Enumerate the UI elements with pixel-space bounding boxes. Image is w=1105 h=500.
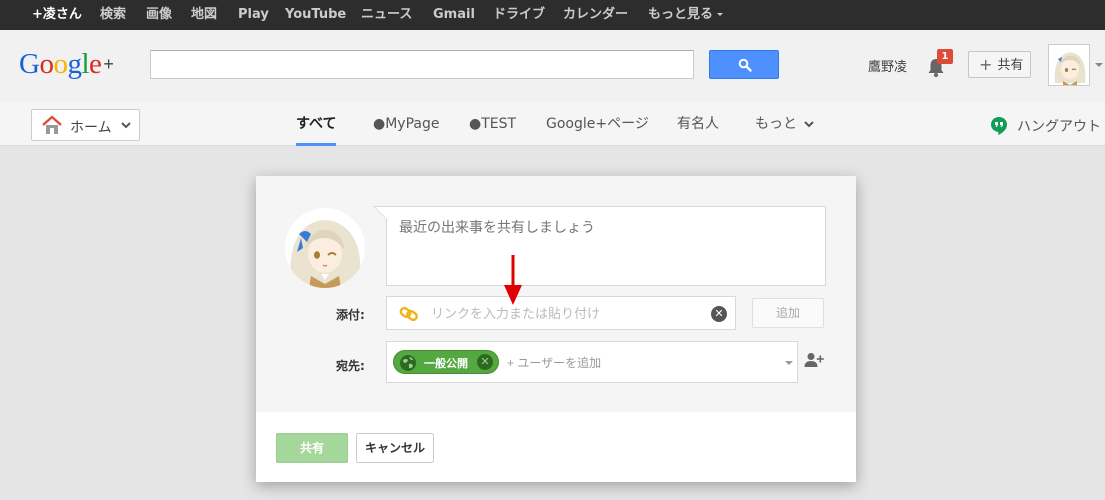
add-person-icon[interactable]	[804, 352, 824, 368]
nav-bar: ホーム すべて ●MyPage ●TEST Google+ページ 有名人 もっと	[0, 102, 1105, 146]
avatar-image	[1049, 45, 1089, 85]
logo-letter-g2: g	[67, 48, 82, 80]
public-audience-chip[interactable]: 一般公開 ✕	[393, 350, 499, 374]
top-bar: +凌さん 検索 画像 地図 Play YouTube ニュース Gmail ドラ…	[0, 0, 1105, 30]
topbar-item-news[interactable]: ニュース	[361, 0, 412, 30]
home-label: ホーム	[70, 120, 112, 136]
logo-letter-l: l	[81, 48, 90, 80]
logo-letter-g: G	[19, 48, 40, 80]
red-arrow-icon	[504, 255, 522, 305]
account-menu-caret-icon[interactable]	[1095, 63, 1103, 67]
topbar-item-maps[interactable]: 地図	[191, 0, 217, 30]
logo-plus: +	[103, 54, 114, 74]
header-share-button[interactable]: + 共有	[968, 51, 1031, 78]
header-share-label: 共有	[997, 58, 1024, 73]
header: Google + 鷹野凌 1 + 共有	[0, 30, 1105, 102]
topbar-item-more[interactable]: もっと見る	[648, 0, 724, 30]
chevron-down-icon	[121, 122, 131, 129]
tab-google-plus-pages[interactable]: Google+ページ	[546, 102, 649, 146]
link-icon	[399, 306, 418, 322]
hangout-label[interactable]: ハングアウト	[1017, 116, 1101, 136]
topbar-item-youtube[interactable]: YouTube	[285, 0, 346, 30]
share-submit-button[interactable]: 共有	[276, 433, 348, 463]
chevron-down-icon	[804, 121, 814, 128]
add-user-input[interactable]	[507, 353, 757, 373]
topbar-item-profile[interactable]: +凌さん	[32, 0, 82, 30]
topbar-item-images[interactable]: 画像	[146, 0, 172, 30]
attach-field[interactable]: ✕	[386, 296, 736, 330]
tab-all[interactable]: すべて	[296, 102, 337, 146]
attach-link-input[interactable]	[431, 298, 701, 328]
avatar-image	[285, 208, 365, 288]
search-input[interactable]	[150, 50, 694, 79]
attach-label: 添付:	[336, 308, 365, 322]
avatar[interactable]	[1048, 44, 1090, 86]
clear-icon[interactable]: ✕	[711, 306, 727, 322]
topbar-item-drive[interactable]: ドライブ	[493, 0, 545, 30]
home-icon	[42, 115, 62, 134]
destination-label: 宛先:	[336, 359, 365, 373]
caret-down-icon[interactable]	[785, 361, 793, 365]
destination-field[interactable]: 一般公開 ✕	[386, 341, 798, 383]
topbar-item-calendar[interactable]: カレンダー	[563, 0, 628, 30]
search-button[interactable]	[709, 50, 779, 79]
public-chip-label: 一般公開	[424, 357, 468, 370]
notification-badge: 1	[937, 49, 953, 64]
avatar	[285, 208, 365, 288]
tab-more-label: もっと	[755, 116, 797, 132]
home-dropdown-button[interactable]: ホーム	[31, 109, 140, 141]
post-box-notch-inner	[375, 207, 387, 219]
topbar-item-search[interactable]: 検索	[100, 0, 126, 30]
share-dialog: 添付: ✕ 追加 宛先: 一般公開 ✕ 共有 キャンセル	[256, 176, 856, 482]
google-plus-logo[interactable]: Google +	[19, 47, 114, 81]
topbar-item-gmail[interactable]: Gmail	[433, 0, 475, 30]
plus-icon: +	[979, 55, 993, 74]
tab-test[interactable]: ●TEST	[469, 102, 516, 146]
tab-mypage[interactable]: ●MyPage	[373, 102, 439, 146]
logo-letter-e: e	[89, 48, 102, 80]
globe-icon	[400, 355, 416, 371]
add-attachment-button[interactable]: 追加	[752, 298, 824, 328]
post-textarea[interactable]	[386, 206, 826, 286]
logo-letter-o2: o	[53, 48, 68, 80]
logo-letter-o1: o	[39, 48, 54, 80]
topbar-more-label: もっと見る	[648, 7, 714, 22]
search-icon	[738, 58, 752, 72]
caret-down-icon	[717, 13, 724, 16]
topbar-item-play[interactable]: Play	[238, 0, 269, 30]
hangout-icon[interactable]	[990, 116, 1008, 136]
user-name[interactable]: 鷹野凌	[868, 56, 907, 75]
tab-celebrities[interactable]: 有名人	[677, 102, 719, 146]
cancel-button[interactable]: キャンセル	[356, 433, 434, 463]
remove-chip-icon[interactable]: ✕	[477, 354, 493, 370]
tab-more[interactable]: もっと	[755, 102, 815, 146]
